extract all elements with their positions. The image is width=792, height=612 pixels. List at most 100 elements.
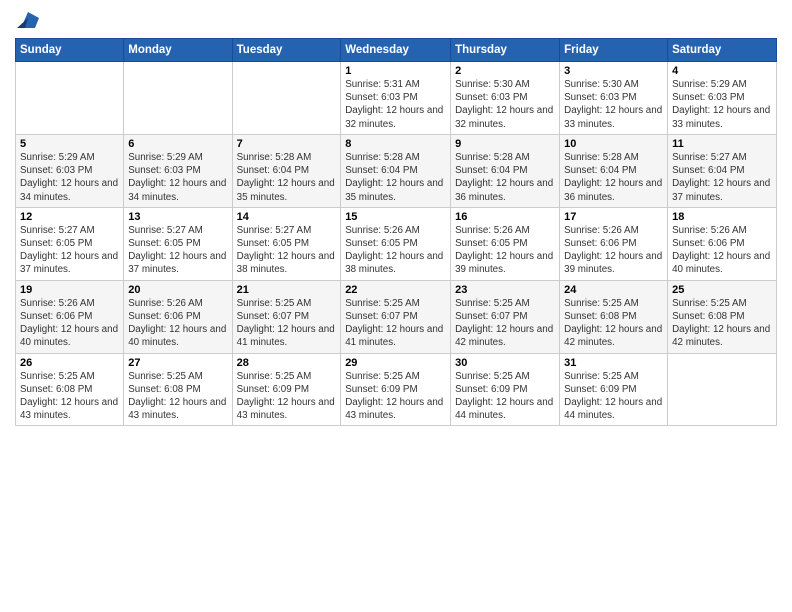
day-info: Sunrise: 5:29 AM Sunset: 6:03 PM Dayligh… [128,151,227,204]
sunset-text: Sunset: 6:04 PM [345,165,417,176]
daylight-text: Daylight: 12 hours and 43 minutes. [20,397,118,421]
calendar-cell: 11 Sunrise: 5:27 AM Sunset: 6:04 PM Dayl… [668,134,777,207]
day-info: Sunrise: 5:25 AM Sunset: 6:07 PM Dayligh… [455,297,555,350]
daylight-text: Daylight: 12 hours and 36 minutes. [455,178,553,202]
day-number: 6 [128,138,227,150]
calendar-cell: 2 Sunrise: 5:30 AM Sunset: 6:03 PM Dayli… [451,62,560,135]
calendar-cell: 14 Sunrise: 5:27 AM Sunset: 6:05 PM Dayl… [232,207,341,280]
daylight-text: Daylight: 12 hours and 32 minutes. [345,105,443,129]
calendar-cell [16,62,124,135]
daylight-text: Daylight: 12 hours and 37 minutes. [672,178,770,202]
day-info: Sunrise: 5:26 AM Sunset: 6:06 PM Dayligh… [672,224,772,277]
daylight-text: Daylight: 12 hours and 44 minutes. [564,397,662,421]
daylight-text: Daylight: 12 hours and 39 minutes. [564,251,662,275]
day-info: Sunrise: 5:26 AM Sunset: 6:06 PM Dayligh… [128,297,227,350]
day-number: 1 [345,65,446,77]
daylight-text: Daylight: 12 hours and 34 minutes. [128,178,226,202]
sunrise-text: Sunrise: 5:29 AM [128,152,203,163]
sunset-text: Sunset: 6:09 PM [455,384,527,395]
day-info: Sunrise: 5:25 AM Sunset: 6:09 PM Dayligh… [455,370,555,423]
sunset-text: Sunset: 6:07 PM [345,311,417,322]
th-thursday: Thursday [451,39,560,62]
sunset-text: Sunset: 6:09 PM [564,384,636,395]
sunset-text: Sunset: 6:08 PM [672,311,744,322]
sunrise-text: Sunrise: 5:27 AM [672,152,747,163]
calendar-cell: 25 Sunrise: 5:25 AM Sunset: 6:08 PM Dayl… [668,280,777,353]
sunrise-text: Sunrise: 5:25 AM [345,298,420,309]
day-info: Sunrise: 5:25 AM Sunset: 6:08 PM Dayligh… [564,297,663,350]
day-number: 31 [564,357,663,369]
sunset-text: Sunset: 6:04 PM [237,165,309,176]
th-saturday: Saturday [668,39,777,62]
sunrise-text: Sunrise: 5:29 AM [672,79,747,90]
calendar-cell: 24 Sunrise: 5:25 AM Sunset: 6:08 PM Dayl… [560,280,668,353]
day-number: 21 [237,284,337,296]
day-number: 23 [455,284,555,296]
calendar-cell: 30 Sunrise: 5:25 AM Sunset: 6:09 PM Dayl… [451,353,560,426]
day-info: Sunrise: 5:30 AM Sunset: 6:03 PM Dayligh… [564,78,663,131]
sunset-text: Sunset: 6:03 PM [564,92,636,103]
th-monday: Monday [124,39,232,62]
sunrise-text: Sunrise: 5:28 AM [455,152,530,163]
sunset-text: Sunset: 6:06 PM [20,311,92,322]
day-info: Sunrise: 5:25 AM Sunset: 6:08 PM Dayligh… [128,370,227,423]
calendar-cell: 15 Sunrise: 5:26 AM Sunset: 6:05 PM Dayl… [341,207,451,280]
daylight-text: Daylight: 12 hours and 35 minutes. [345,178,443,202]
day-info: Sunrise: 5:30 AM Sunset: 6:03 PM Dayligh… [455,78,555,131]
calendar-cell: 31 Sunrise: 5:25 AM Sunset: 6:09 PM Dayl… [560,353,668,426]
week-row-5: 26 Sunrise: 5:25 AM Sunset: 6:08 PM Dayl… [16,353,777,426]
daylight-text: Daylight: 12 hours and 43 minutes. [237,397,335,421]
daylight-text: Daylight: 12 hours and 42 minutes. [672,324,770,348]
day-info: Sunrise: 5:25 AM Sunset: 6:09 PM Dayligh… [237,370,337,423]
day-number: 15 [345,211,446,223]
day-number: 11 [672,138,772,150]
sunrise-text: Sunrise: 5:27 AM [20,225,95,236]
th-tuesday: Tuesday [232,39,341,62]
calendar-cell: 20 Sunrise: 5:26 AM Sunset: 6:06 PM Dayl… [124,280,232,353]
sunset-text: Sunset: 6:06 PM [672,238,744,249]
sunrise-text: Sunrise: 5:26 AM [455,225,530,236]
day-number: 16 [455,211,555,223]
day-info: Sunrise: 5:31 AM Sunset: 6:03 PM Dayligh… [345,78,446,131]
daylight-text: Daylight: 12 hours and 40 minutes. [672,251,770,275]
calendar-cell: 22 Sunrise: 5:25 AM Sunset: 6:07 PM Dayl… [341,280,451,353]
sunrise-text: Sunrise: 5:25 AM [128,371,203,382]
calendar-cell: 8 Sunrise: 5:28 AM Sunset: 6:04 PM Dayli… [341,134,451,207]
sunset-text: Sunset: 6:04 PM [455,165,527,176]
day-number: 17 [564,211,663,223]
logo [15,10,39,32]
sunrise-text: Sunrise: 5:25 AM [345,371,420,382]
week-row-2: 5 Sunrise: 5:29 AM Sunset: 6:03 PM Dayli… [16,134,777,207]
calendar-cell [668,353,777,426]
sunset-text: Sunset: 6:03 PM [455,92,527,103]
day-number: 5 [20,138,119,150]
day-info: Sunrise: 5:29 AM Sunset: 6:03 PM Dayligh… [672,78,772,131]
day-number: 26 [20,357,119,369]
day-number: 3 [564,65,663,77]
th-sunday: Sunday [16,39,124,62]
daylight-text: Daylight: 12 hours and 33 minutes. [672,105,770,129]
day-number: 29 [345,357,446,369]
day-info: Sunrise: 5:25 AM Sunset: 6:09 PM Dayligh… [564,370,663,423]
th-friday: Friday [560,39,668,62]
sunset-text: Sunset: 6:05 PM [455,238,527,249]
sunset-text: Sunset: 6:08 PM [128,384,200,395]
day-number: 4 [672,65,772,77]
sunset-text: Sunset: 6:05 PM [237,238,309,249]
calendar-cell: 10 Sunrise: 5:28 AM Sunset: 6:04 PM Dayl… [560,134,668,207]
calendar-cell: 6 Sunrise: 5:29 AM Sunset: 6:03 PM Dayli… [124,134,232,207]
th-wednesday: Wednesday [341,39,451,62]
calendar-cell [232,62,341,135]
week-row-1: 1 Sunrise: 5:31 AM Sunset: 6:03 PM Dayli… [16,62,777,135]
calendar-cell: 28 Sunrise: 5:25 AM Sunset: 6:09 PM Dayl… [232,353,341,426]
sunrise-text: Sunrise: 5:30 AM [564,79,639,90]
day-number: 18 [672,211,772,223]
sunrise-text: Sunrise: 5:26 AM [345,225,420,236]
day-number: 10 [564,138,663,150]
sunset-text: Sunset: 6:04 PM [564,165,636,176]
calendar-cell: 23 Sunrise: 5:25 AM Sunset: 6:07 PM Dayl… [451,280,560,353]
daylight-text: Daylight: 12 hours and 33 minutes. [564,105,662,129]
daylight-text: Daylight: 12 hours and 42 minutes. [564,324,662,348]
calendar-cell: 26 Sunrise: 5:25 AM Sunset: 6:08 PM Dayl… [16,353,124,426]
daylight-text: Daylight: 12 hours and 32 minutes. [455,105,553,129]
